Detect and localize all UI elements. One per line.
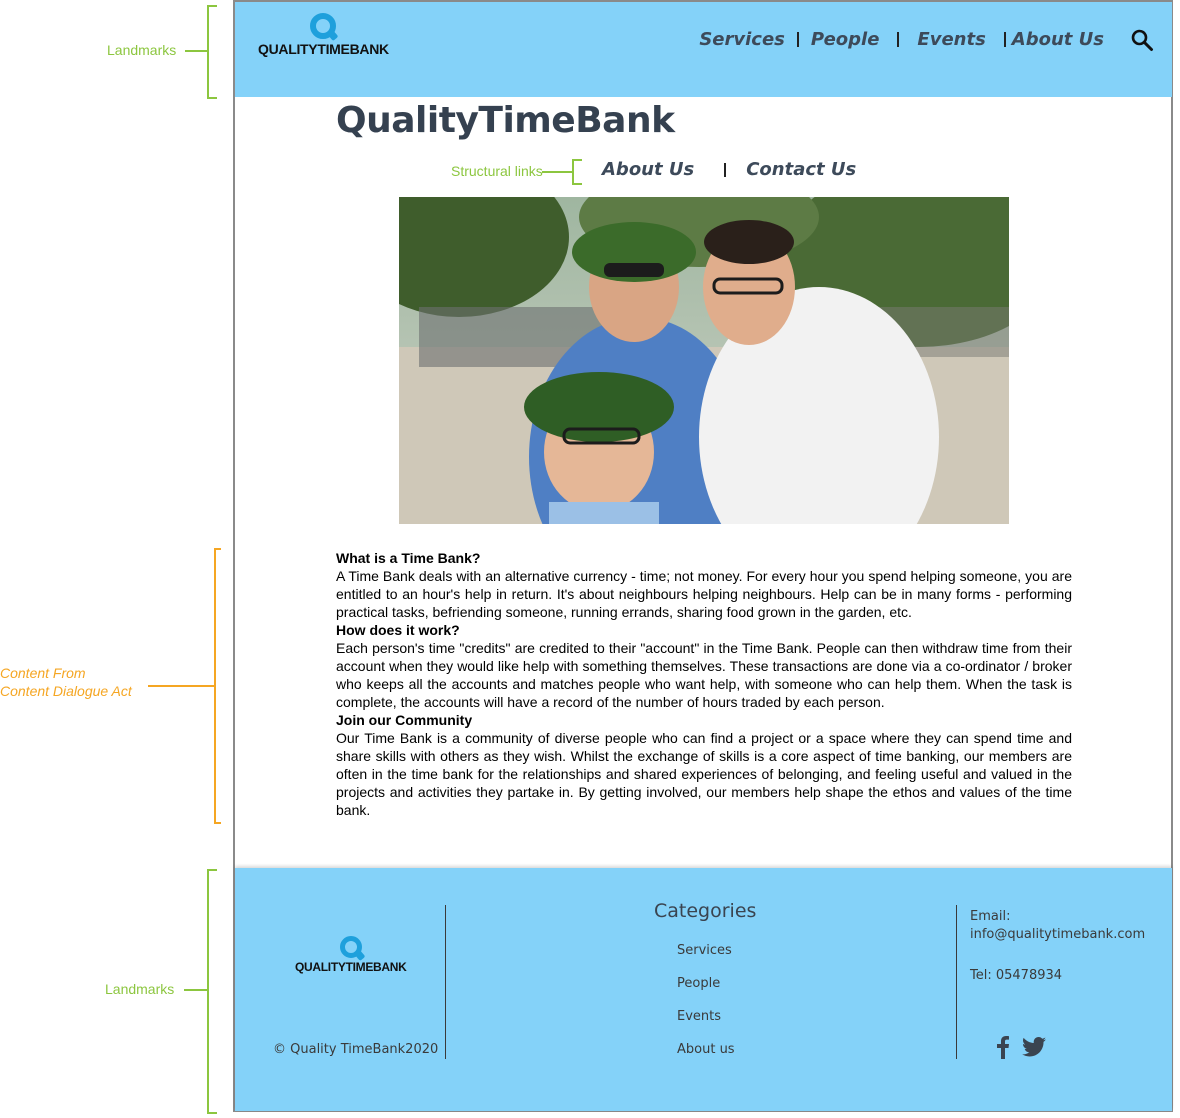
footer-link-services[interactable]: Services: [677, 943, 732, 958]
section-heading: What is a Time Bank?: [336, 550, 481, 566]
logo-q-icon: [310, 13, 337, 39]
search-icon[interactable]: [1130, 28, 1154, 52]
nav-separator: [796, 31, 799, 47]
annotation-line: [148, 685, 215, 687]
main-nav: Services People Events About Us: [699, 24, 1104, 54]
link-separator: [724, 162, 727, 177]
link-about-us[interactable]: About Us: [602, 159, 694, 180]
email-link[interactable]: info@qualitytimebank.com: [970, 927, 1145, 942]
nav-events[interactable]: Events: [917, 29, 985, 50]
structural-links: About Us Contact Us: [602, 159, 856, 180]
email-label: Email:: [970, 909, 1011, 924]
annotation-bracket: [207, 869, 217, 1114]
site-footer: QUALITYTIMEBANK © Quality TimeBank2020 C…: [235, 868, 1172, 1111]
nav-services[interactable]: Services: [699, 29, 785, 50]
hero-photo: [399, 197, 1009, 524]
telephone: Tel: 05478934: [970, 968, 1063, 983]
section-heading: Join our Community: [336, 712, 473, 728]
annotation-line: [185, 50, 207, 52]
hero-photo-image: [399, 197, 1009, 524]
annotation-content-line1: Content From: [0, 665, 86, 681]
nav-people[interactable]: People: [811, 29, 880, 50]
annotation-bracket: [214, 548, 221, 824]
facebook-icon[interactable]: [997, 1035, 1009, 1059]
header-logo[interactable]: QUALITYTIMEBANK: [258, 13, 389, 57]
annotation-line: [184, 989, 208, 991]
nav-separator: [1003, 31, 1006, 47]
content-area: What is a Time Bank? A Time Bank deals w…: [336, 549, 1072, 819]
footer-link-events[interactable]: Events: [677, 1009, 721, 1024]
logo-q-icon: [339, 936, 362, 958]
footer-link-people[interactable]: People: [677, 976, 720, 991]
link-contact-us[interactable]: Contact Us: [746, 159, 856, 180]
nav-separator: [897, 31, 900, 47]
section-heading: How does it work?: [336, 622, 460, 638]
annotation-content-line2: Content Dialogue Act: [0, 683, 132, 699]
categories-heading: Categories: [654, 900, 757, 922]
footer-divider: [445, 905, 446, 1059]
section-body: Each person's time "credits" are credite…: [336, 640, 1072, 710]
annotation-landmarks-bottom: Landmarks: [105, 981, 175, 997]
nav-about-us[interactable]: About Us: [1012, 29, 1104, 50]
logo-text: QUALITYTIMEBANK: [295, 960, 407, 974]
footer-link-about-us[interactable]: About us: [677, 1042, 735, 1057]
footer-logo[interactable]: QUALITYTIMEBANK: [295, 936, 407, 974]
footer-divider: [956, 905, 957, 1059]
twitter-icon[interactable]: [1022, 1037, 1046, 1057]
annotation-bracket: [207, 5, 217, 99]
site-header: QUALITYTIMEBANK Services People Events A…: [235, 2, 1172, 97]
logo-text: QUALITYTIMEBANK: [258, 41, 389, 57]
section-body: Our Time Bank is a community of diverse …: [336, 730, 1072, 818]
page-title: QualityTimeBank: [336, 100, 675, 141]
copyright: © Quality TimeBank2020: [273, 1042, 439, 1057]
annotation-landmarks-top: Landmarks: [107, 42, 177, 58]
section-body: A Time Bank deals with an alternative cu…: [336, 568, 1072, 620]
